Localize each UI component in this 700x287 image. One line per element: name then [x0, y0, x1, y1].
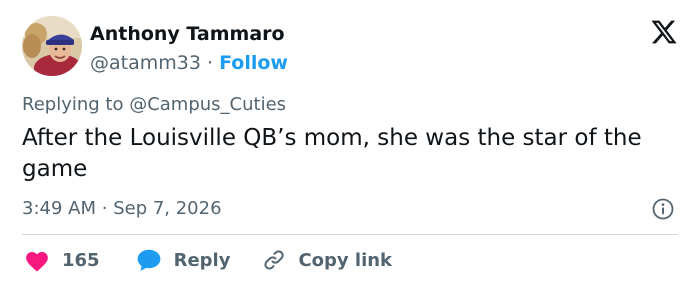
follow-button[interactable]: Follow: [219, 52, 288, 74]
copy-link-label: Copy link: [298, 249, 393, 271]
tweet-time[interactable]: 3:49 AM: [22, 198, 96, 219]
tweet-card: Anthony Tammaro @atamm33 · Follow Replyi…: [0, 0, 700, 287]
replying-to[interactable]: Replying to @Campus_Cuties: [22, 93, 286, 117]
like-count: 165: [62, 249, 100, 271]
like-button[interactable]: 165: [24, 248, 100, 272]
author-handle-row: @atamm33 · Follow: [90, 50, 288, 76]
tweet-meta: 3:49 AM · Sep 7, 2026: [22, 196, 222, 222]
author-block: Anthony Tammaro @atamm33 · Follow: [90, 22, 288, 76]
tweet-text: After the Louisville QB’s mom, she was t…: [22, 125, 642, 182]
author-handle[interactable]: @atamm33: [90, 52, 201, 74]
copy-link-button[interactable]: Copy link: [262, 248, 392, 272]
author-name[interactable]: Anthony Tammaro: [90, 22, 288, 46]
speech-bubble-icon: [136, 248, 162, 272]
reply-button[interactable]: Reply: [136, 248, 231, 272]
handle-separator: ·: [206, 52, 220, 74]
meta-separator: ·: [101, 198, 114, 219]
link-icon: [262, 248, 286, 272]
reply-label: Reply: [173, 249, 231, 271]
action-bar: 165 Reply Copy link: [24, 246, 392, 274]
heart-icon: [24, 248, 50, 272]
info-icon[interactable]: [651, 197, 675, 221]
tweet-date[interactable]: Sep 7, 2026: [113, 198, 221, 219]
x-logo-icon[interactable]: [650, 18, 678, 46]
divider: [22, 234, 678, 235]
avatar[interactable]: [22, 16, 82, 76]
